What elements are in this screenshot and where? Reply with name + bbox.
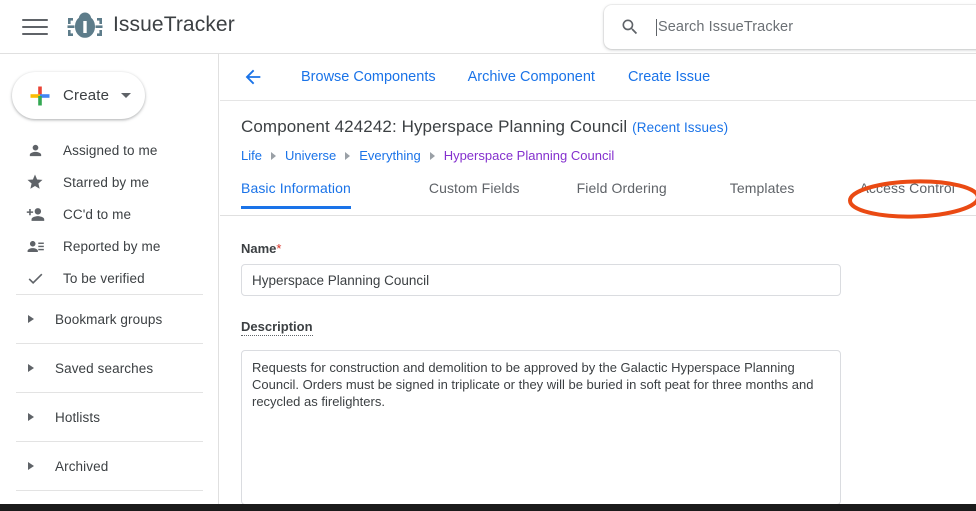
- brand-title: IssueTracker: [113, 13, 235, 36]
- name-field-label: Name*: [241, 241, 281, 256]
- name-field-group: Name*: [241, 240, 841, 296]
- basic-information-form: Name* Description: [241, 240, 841, 510]
- name-input[interactable]: [241, 264, 841, 296]
- archive-component-link[interactable]: Archive Component: [468, 69, 595, 85]
- page-title-text: Component 424242: Hyperspace Planning Co…: [241, 117, 628, 136]
- name-label-text: Name: [241, 241, 277, 256]
- main-content: Browse Components Archive Component Crea…: [220, 54, 976, 511]
- sidebar-divider: [16, 490, 203, 491]
- hamburger-bar: [22, 26, 48, 28]
- app-root: IssueTracker Create: [0, 0, 976, 511]
- description-textarea[interactable]: [241, 350, 841, 505]
- description-field-group: Description: [241, 318, 841, 510]
- person-list-icon: [25, 236, 45, 256]
- star-icon: [25, 172, 45, 192]
- triangle-right-icon: [28, 315, 34, 323]
- tab-bar: Basic Information Custom Fields Field Or…: [220, 180, 976, 216]
- create-button-label: Create: [63, 87, 110, 104]
- tab-basic-information[interactable]: Basic Information: [241, 180, 351, 209]
- sidebar-nav-list: Assigned to me Starred by me CC'd to me …: [0, 134, 218, 491]
- breadcrumb-item-hyperspace-planning-council[interactable]: Hyperspace Planning Council: [444, 148, 615, 163]
- recent-issues-link[interactable]: (Recent Issues): [632, 120, 728, 135]
- top-bar: IssueTracker: [0, 0, 976, 54]
- create-issue-link[interactable]: Create Issue: [628, 69, 710, 85]
- tab-access-control[interactable]: Access Control: [859, 180, 955, 208]
- required-asterisk: *: [276, 241, 282, 256]
- sidebar-item-label: Assigned to me: [63, 142, 158, 158]
- description-field-label: Description: [241, 319, 313, 336]
- create-button[interactable]: Create: [12, 72, 145, 119]
- person-icon: [25, 140, 45, 160]
- sidebar-item-label: CC'd to me: [63, 206, 132, 222]
- sidebar-item-ccd-to-me[interactable]: CC'd to me: [0, 198, 218, 230]
- browse-components-link[interactable]: Browse Components: [301, 69, 436, 85]
- sidebar-group-hotlists[interactable]: Hotlists: [0, 393, 218, 441]
- person-add-icon: [25, 204, 45, 224]
- sidebar-item-assigned-to-me[interactable]: Assigned to me: [0, 134, 218, 166]
- hamburger-bar: [22, 33, 48, 35]
- bug-logo-icon[interactable]: [66, 10, 104, 44]
- sidebar-group-bookmark-groups[interactable]: Bookmark groups: [0, 295, 218, 343]
- sidebar-group-saved-searches[interactable]: Saved searches: [0, 344, 218, 392]
- triangle-right-icon: [28, 462, 34, 470]
- sidebar-item-label: Starred by me: [63, 174, 150, 190]
- sidebar-group-label: Archived: [55, 458, 109, 474]
- sidebar-item-reported-by-me[interactable]: Reported by me: [0, 230, 218, 262]
- breadcrumb-separator-icon: [345, 151, 351, 160]
- breadcrumb-item-life[interactable]: Life: [241, 148, 262, 163]
- bottom-bar: [0, 504, 976, 511]
- breadcrumb-separator-icon: [270, 151, 276, 160]
- page-title: Component 424242: Hyperspace Planning Co…: [241, 117, 728, 137]
- triangle-right-icon: [28, 413, 34, 421]
- description-label-text: Description: [241, 319, 313, 336]
- back-arrow-icon[interactable]: [242, 66, 264, 88]
- chevron-down-icon[interactable]: [121, 93, 132, 98]
- sidebar-group-archived[interactable]: Archived: [0, 442, 218, 490]
- tab-templates[interactable]: Templates: [730, 180, 795, 208]
- sidebar-group-label: Saved searches: [55, 360, 154, 376]
- tab-field-ordering[interactable]: Field Ordering: [577, 180, 667, 208]
- action-bar: Browse Components Archive Component Crea…: [220, 54, 976, 101]
- check-icon: [25, 268, 45, 288]
- breadcrumb-item-everything[interactable]: Everything: [359, 148, 420, 163]
- breadcrumb: Life Universe Everything Hyperspace Plan…: [241, 148, 614, 163]
- hamburger-bar: [22, 19, 48, 21]
- sidebar-group-label: Hotlists: [55, 409, 101, 425]
- sidebar-item-label: Reported by me: [63, 238, 161, 254]
- breadcrumb-item-universe[interactable]: Universe: [285, 148, 336, 163]
- search-input[interactable]: [657, 5, 976, 49]
- sidebar: Create Assigned to me Starred by me CC'd…: [0, 54, 219, 511]
- sidebar-group-label: Bookmark groups: [55, 311, 163, 327]
- sidebar-item-to-be-verified[interactable]: To be verified: [0, 262, 218, 294]
- sidebar-item-label: To be verified: [63, 270, 145, 286]
- sidebar-item-starred-by-me[interactable]: Starred by me: [0, 166, 218, 198]
- google-plus-icon: [28, 84, 52, 108]
- search-box[interactable]: [604, 5, 976, 49]
- hamburger-menu-icon[interactable]: [22, 16, 48, 38]
- breadcrumb-separator-icon: [429, 151, 435, 160]
- triangle-right-icon: [28, 364, 34, 372]
- search-icon: [620, 17, 640, 37]
- tab-custom-fields[interactable]: Custom Fields: [429, 180, 520, 208]
